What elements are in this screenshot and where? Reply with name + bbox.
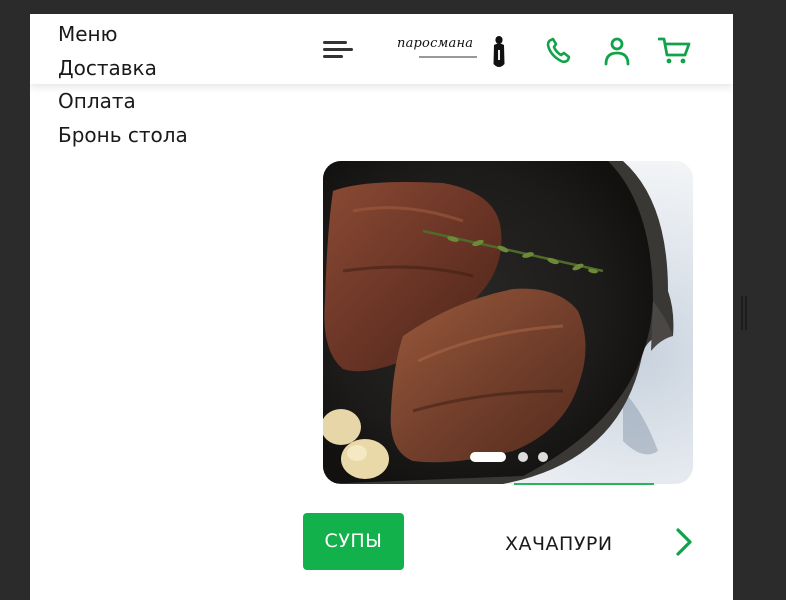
user-icon[interactable] (602, 36, 632, 66)
carousel-dot-1[interactable] (470, 452, 506, 462)
menu-item-menu[interactable]: Меню (58, 18, 188, 52)
cart-icon[interactable] (658, 36, 692, 66)
burger-menu-icon[interactable] (323, 40, 353, 60)
steak-photo (323, 161, 693, 484)
category-khachapuri-tab[interactable]: ХАЧАПУРИ (505, 532, 613, 556)
logo-text: паросмана (397, 36, 474, 51)
carousel-dot-2[interactable] (518, 452, 528, 462)
menu-item-payment[interactable]: Оплата (58, 85, 188, 119)
menu-item-table-booking[interactable]: Бронь стола (58, 119, 188, 153)
side-menu: Меню Доставка Оплата Бронь стола (58, 18, 188, 152)
category-soups-button[interactable]: СУПЫ (303, 513, 404, 570)
logo-tagline (419, 56, 477, 58)
phone-icon[interactable] (544, 36, 574, 66)
logo-figure-icon (493, 36, 505, 67)
logo[interactable]: паросмана (397, 34, 509, 70)
hero-carousel[interactable] (323, 161, 693, 484)
scrollbar-handle[interactable] (741, 296, 747, 330)
carousel-dot-3[interactable] (538, 452, 548, 462)
chevron-right-icon[interactable] (673, 527, 697, 557)
menu-item-delivery[interactable]: Доставка (58, 52, 188, 86)
page-frame: паросмана Меню Доставка Оплата Бронь сто… (30, 14, 733, 600)
slider-progress-line (514, 483, 654, 485)
